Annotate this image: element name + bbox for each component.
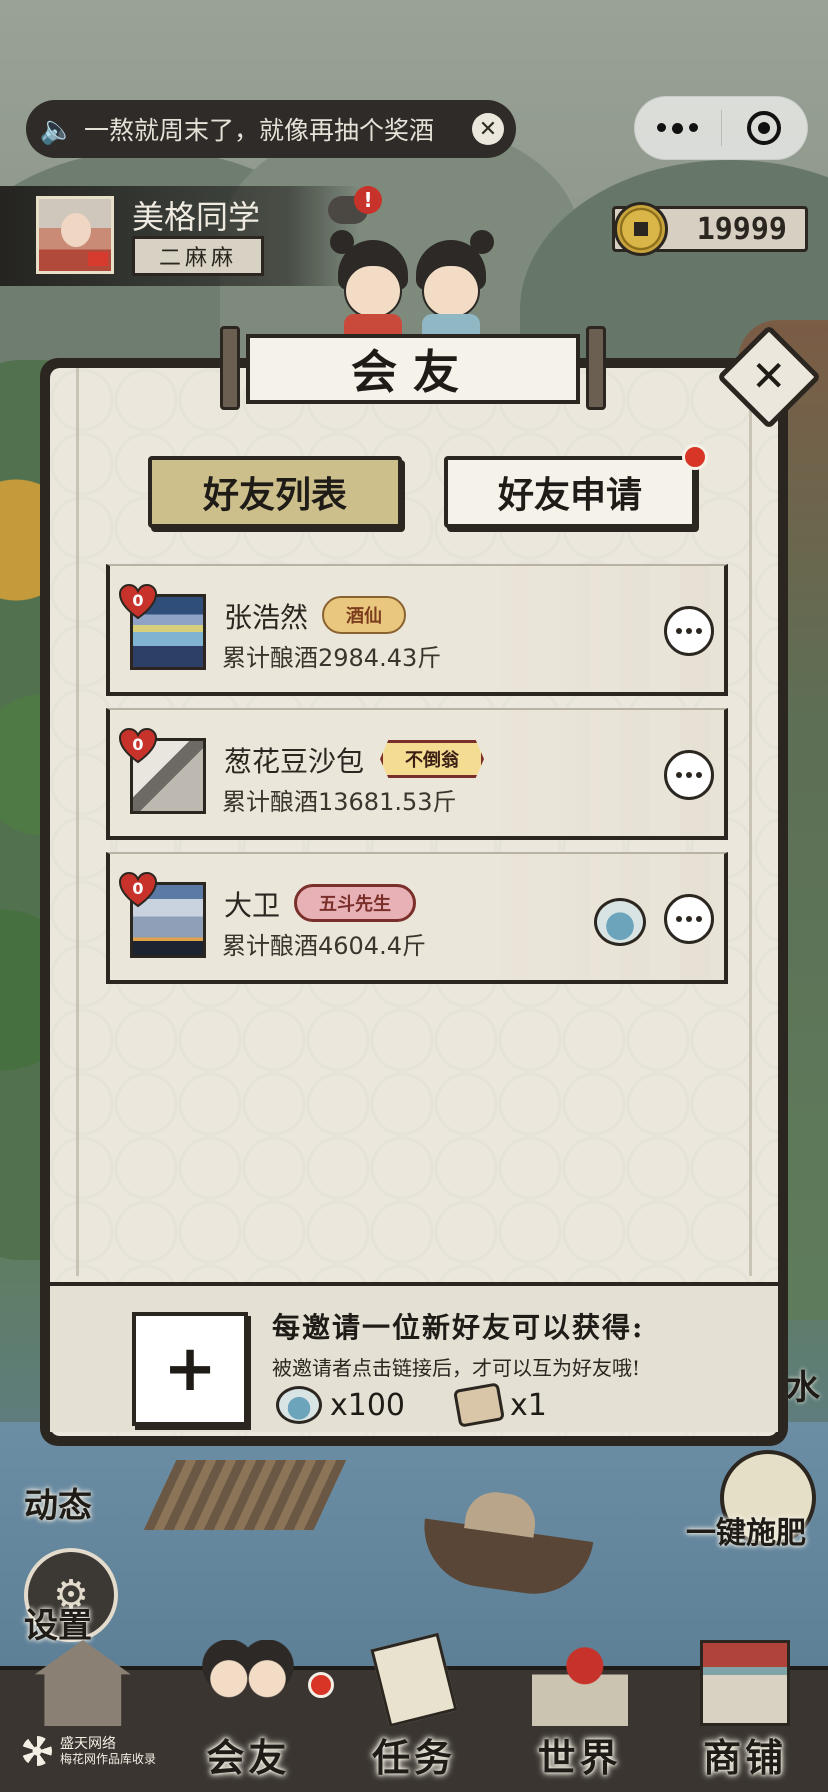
dock: [143, 1460, 347, 1530]
friend-name: 葱花豆沙包: [224, 745, 365, 778]
scroll-rod: [586, 326, 606, 410]
tab-friend-requests[interactable]: 好友申请: [444, 456, 696, 528]
nav-label: 世界: [537, 1735, 622, 1780]
friend-name: 张浩然: [224, 601, 309, 634]
fertilize-label[interactable]: 一键施肥: [686, 1508, 806, 1552]
heart-count: 0: [132, 878, 144, 898]
chat-bubble-icon[interactable]: [664, 606, 714, 656]
close-icon[interactable]: ✕: [472, 113, 504, 145]
watermark-line1: 盛天网络: [60, 1736, 116, 1752]
divider: [749, 368, 752, 1276]
title-badge: 酒仙: [322, 596, 406, 634]
target-icon: [747, 111, 782, 145]
notification-dot: [308, 1672, 334, 1698]
divider: [76, 368, 79, 1276]
nav-label: 会友: [206, 1735, 291, 1780]
nav-label: 商铺: [703, 1735, 788, 1780]
nav-world[interactable]: 世界: [497, 1640, 663, 1792]
friend-row[interactable]: 0 张浩然 酒仙 累计酿酒2984.43斤: [106, 564, 728, 696]
shop-icon: [700, 1640, 791, 1726]
tab-friend-list[interactable]: 好友列表: [148, 456, 402, 528]
bottom-nav: 会友 任务 世界 商铺: [0, 1632, 828, 1792]
nav-friends[interactable]: 会友: [166, 1640, 332, 1792]
friend-brew-stat: 累计酿酒13681.53斤: [222, 788, 457, 816]
heart-count: 0: [132, 590, 144, 610]
watering-can-icon[interactable]: [594, 898, 646, 946]
nav-shop[interactable]: 商铺: [662, 1640, 828, 1792]
title-badge: 不倒翁: [380, 740, 484, 778]
nav-tasks[interactable]: 任务: [331, 1632, 497, 1792]
scroll-rod: [220, 326, 240, 410]
twins-decoration: [330, 230, 500, 338]
speaker-icon: 🔈: [39, 112, 75, 146]
watermark: 盛天网络 梅花网作品库收录: [22, 1736, 156, 1766]
coin-icon: [614, 202, 668, 256]
friend-name: 大卫: [224, 889, 281, 922]
invite-button[interactable]: +: [132, 1312, 248, 1426]
notification-dot: [682, 444, 708, 470]
friend-row[interactable]: 0 大卫 五斗先生 累计酿酒4604.4斤: [106, 852, 728, 984]
heart-icon: 0: [118, 584, 158, 620]
rank-badge: 二麻麻: [132, 236, 264, 276]
title-badge: 五斗先生: [294, 884, 416, 922]
reward-watering-can: x100: [276, 1386, 405, 1424]
close-icon: ✕: [751, 351, 787, 401]
reward-seed-packet: x1: [453, 1382, 547, 1428]
username: 美格同学: [132, 198, 261, 236]
reward-amount: x1: [510, 1387, 547, 1423]
reward-amount: x100: [330, 1387, 406, 1423]
dialog-title: 会友: [220, 326, 606, 410]
water-label[interactable]: 水: [786, 1360, 820, 1409]
flag-icon: [88, 252, 108, 266]
side-label-settings[interactable]: 设置: [24, 1598, 92, 1647]
chat-bubble-icon[interactable]: [664, 894, 714, 944]
heart-icon: 0: [118, 728, 158, 764]
notice-text: 一熬就周末了，就像再抽个奖酒: [84, 116, 435, 145]
friends-icon: [200, 1640, 297, 1726]
exit-button[interactable]: [722, 97, 808, 159]
plus-icon: +: [163, 1332, 217, 1406]
invite-subtext: 被邀请者点击链接后，才可以互为好友哦!: [272, 1356, 641, 1380]
chat-bubble-icon[interactable]: [664, 750, 714, 800]
watermark-line2: 梅花网作品库收录: [60, 1752, 157, 1766]
heart-count: 0: [132, 734, 144, 754]
more-button[interactable]: [635, 97, 721, 159]
seed-packet-icon: [453, 1382, 505, 1428]
friend-row[interactable]: 0 葱花豆沙包 不倒翁 累计酿酒13681.53斤: [106, 708, 728, 840]
invite-panel: + 每邀请一位新好友可以获得: 被邀请者点击链接后，才可以互为好友哦! x100…: [50, 1282, 778, 1432]
side-label-activity[interactable]: 动态: [24, 1478, 92, 1527]
alert-icon[interactable]: !: [354, 186, 382, 214]
notice-bar[interactable]: 🔈 一熬就周末了，就像再抽个奖酒 ✕: [26, 100, 516, 158]
nav-label: 任务: [371, 1735, 456, 1780]
watering-can-icon: [276, 1386, 322, 1424]
flower-logo-icon: [22, 1736, 52, 1766]
dialog-title-text: 会友: [246, 334, 580, 404]
world-map-icon: [531, 1640, 628, 1726]
invite-headline: 每邀请一位新好友可以获得:: [272, 1311, 645, 1344]
more-dots-icon: [657, 122, 699, 134]
nav-home[interactable]: [0, 1640, 166, 1792]
heart-icon: 0: [118, 872, 158, 908]
miniprogram-capsule: [634, 96, 808, 160]
friend-brew-stat: 累计酿酒2984.43斤: [222, 644, 442, 672]
friend-brew-stat: 累计酿酒4604.4斤: [222, 932, 426, 960]
